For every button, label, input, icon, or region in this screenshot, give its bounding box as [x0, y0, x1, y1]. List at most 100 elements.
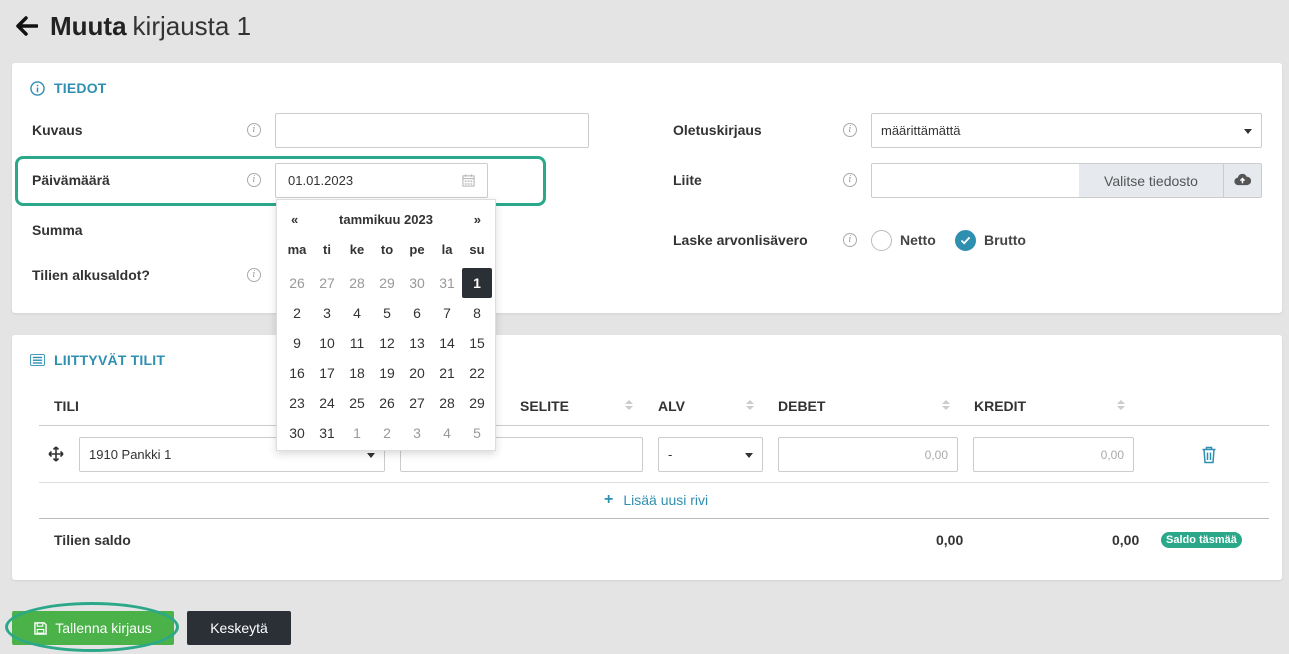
- liite-label: Liite: [673, 172, 702, 188]
- saldo-divider: [39, 518, 1269, 519]
- col-header-kredit[interactable]: KREDIT: [974, 398, 1026, 414]
- col-header-tili[interactable]: TILI: [54, 398, 79, 414]
- tiedot-section-title: TIEDOT: [30, 80, 107, 96]
- kredit-input[interactable]: 0,00: [973, 437, 1134, 472]
- datepicker-day[interactable]: 7: [432, 298, 462, 328]
- datepicker-popup: « tammikuu 2023 » ma ti ke to pe la su 2…: [276, 199, 496, 451]
- datepicker-day[interactable]: 22: [462, 358, 492, 388]
- datepicker-day[interactable]: 30: [282, 418, 312, 448]
- liite-info-icon[interactable]: i: [843, 173, 857, 187]
- datepicker-day[interactable]: 17: [312, 358, 342, 388]
- datepicker-day[interactable]: 9: [282, 328, 312, 358]
- weekday-label: ti: [323, 242, 331, 257]
- kuvaus-label: Kuvaus: [32, 122, 83, 138]
- alv-info-icon[interactable]: i: [843, 233, 857, 247]
- datepicker-day[interactable]: 19: [372, 358, 402, 388]
- debet-input[interactable]: 0,00: [778, 437, 958, 472]
- datepicker-day[interactable]: 12: [372, 328, 402, 358]
- drag-handle-icon[interactable]: [48, 446, 64, 462]
- trash-icon[interactable]: [1201, 446, 1217, 464]
- datepicker-next-button[interactable]: »: [474, 212, 481, 227]
- chevron-down-icon: [1244, 128, 1252, 134]
- datepicker-day[interactable]: 14: [432, 328, 462, 358]
- add-row-button[interactable]: + Lisää uusi rivi: [604, 491, 708, 509]
- datepicker-day[interactable]: 16: [282, 358, 312, 388]
- kuvaus-info-icon[interactable]: i: [247, 123, 261, 137]
- datepicker-day[interactable]: 18: [342, 358, 372, 388]
- datepicker-day[interactable]: 27: [312, 268, 342, 298]
- datepicker-day[interactable]: 26: [282, 268, 312, 298]
- datepicker-day[interactable]: 4: [432, 418, 462, 448]
- kuvaus-input[interactable]: [275, 113, 589, 148]
- oletuskirjaus-value: määrittämättä: [881, 123, 961, 138]
- datepicker-day[interactable]: 6: [402, 298, 432, 328]
- datepicker-day[interactable]: 5: [462, 418, 492, 448]
- sort-icon: [1117, 400, 1125, 410]
- datepicker-day[interactable]: 28: [342, 268, 372, 298]
- upload-button[interactable]: [1223, 163, 1262, 198]
- choose-file-button[interactable]: Valitse tiedosto: [1079, 163, 1223, 198]
- datepicker-day[interactable]: 1: [342, 418, 372, 448]
- datepicker-day[interactable]: 23: [282, 388, 312, 418]
- tili-value: 1910 Pankki 1: [89, 447, 172, 462]
- tilit-title: LIITTYVÄT TILIT: [54, 352, 166, 368]
- col-header-selite[interactable]: SELITE: [520, 398, 569, 414]
- save-button-label: Tallenna kirjaus: [55, 620, 152, 636]
- alv-label: Laske arvonlisävero: [673, 232, 808, 248]
- datepicker-day[interactable]: 4: [342, 298, 372, 328]
- datepicker-day[interactable]: 15: [462, 328, 492, 358]
- datepicker-day[interactable]: 8: [462, 298, 492, 328]
- datepicker-day[interactable]: 27: [402, 388, 432, 418]
- alv-select[interactable]: -: [658, 437, 763, 472]
- datepicker-day[interactable]: 20: [402, 358, 432, 388]
- datepicker-day[interactable]: 3: [402, 418, 432, 448]
- datepicker-day[interactable]: 13: [402, 328, 432, 358]
- summa-label: Summa: [32, 222, 83, 238]
- sort-icon: [942, 400, 950, 410]
- alkusaldot-info-icon[interactable]: i: [247, 268, 261, 282]
- datepicker-day[interactable]: 30: [402, 268, 432, 298]
- oletuskirjaus-info-icon[interactable]: i: [843, 123, 857, 137]
- datepicker-day[interactable]: 11: [342, 328, 372, 358]
- liite-filename-input[interactable]: [871, 163, 1080, 198]
- saldo-debet: 0,00: [936, 532, 964, 548]
- alkusaldot-label: Tilien alkusaldot?: [32, 267, 150, 283]
- datepicker-day-selected[interactable]: 1: [462, 268, 492, 298]
- back-arrow-icon[interactable]: [16, 14, 40, 38]
- brutto-radio[interactable]: [955, 230, 976, 251]
- weekday-label: ke: [349, 242, 365, 257]
- save-button[interactable]: Tallenna kirjaus: [12, 611, 174, 645]
- col-header-debet[interactable]: DEBET: [778, 398, 825, 414]
- datepicker-day[interactable]: 28: [432, 388, 462, 418]
- datepicker-day[interactable]: 31: [312, 418, 342, 448]
- chevron-down-icon: [367, 452, 375, 458]
- datepicker-day[interactable]: 2: [282, 298, 312, 328]
- netto-radio[interactable]: [871, 230, 892, 251]
- datepicker-day[interactable]: 29: [462, 388, 492, 418]
- datepicker-day[interactable]: 25: [342, 388, 372, 418]
- oletuskirjaus-label: Oletuskirjaus: [673, 122, 762, 138]
- datepicker-month-title[interactable]: tammikuu 2023: [277, 212, 495, 227]
- row-divider: [39, 482, 1269, 483]
- datepicker-day[interactable]: 24: [312, 388, 342, 418]
- datepicker-day[interactable]: 5: [372, 298, 402, 328]
- cancel-button[interactable]: Keskeytä: [187, 611, 291, 645]
- netto-label[interactable]: Netto: [900, 232, 936, 248]
- datepicker-day[interactable]: 29: [372, 268, 402, 298]
- oletuskirjaus-select[interactable]: määrittämättä: [871, 113, 1262, 148]
- datepicker-day[interactable]: 31: [432, 268, 462, 298]
- datepicker-day[interactable]: 10: [312, 328, 342, 358]
- datepicker-day[interactable]: 3: [312, 298, 342, 328]
- datepicker-day[interactable]: 21: [432, 358, 462, 388]
- floppy-disk-icon: [34, 621, 48, 635]
- weekday-label: ma: [287, 242, 307, 257]
- add-row-label: Lisää uusi rivi: [623, 492, 709, 508]
- weekday-label: to: [380, 242, 394, 257]
- col-header-alv[interactable]: ALV: [658, 398, 685, 414]
- alv-value: -: [668, 447, 673, 462]
- weekday-label: la: [441, 242, 453, 257]
- datepicker-day[interactable]: 2: [372, 418, 402, 448]
- datepicker-day[interactable]: 26: [372, 388, 402, 418]
- sort-icon: [625, 400, 633, 410]
- brutto-label[interactable]: Brutto: [984, 232, 1026, 248]
